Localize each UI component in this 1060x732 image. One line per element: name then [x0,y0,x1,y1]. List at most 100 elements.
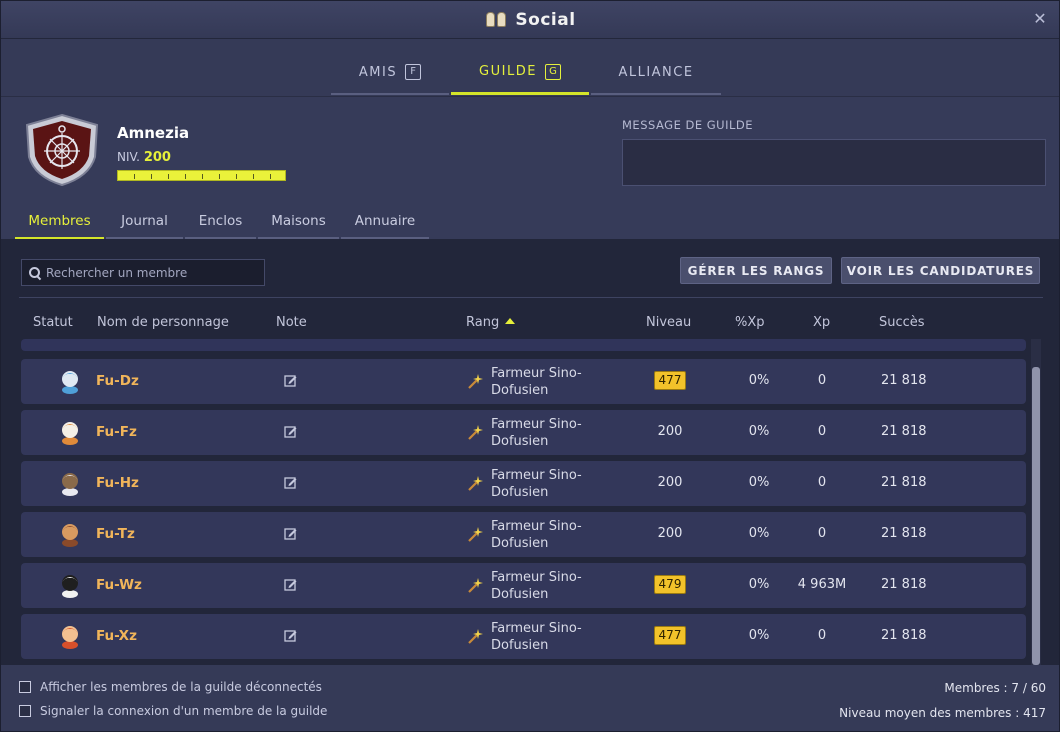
main-tabs: AMIS F GUILDE G ALLIANCE [1,39,1059,97]
col-success[interactable]: Succès [879,315,925,330]
member-xp-pct: 0% [748,424,770,439]
member-xp-pct: 0% [748,373,770,388]
average-level: Niveau moyen des membres : 417 [839,706,1046,720]
edit-note-icon[interactable] [284,374,297,387]
member-name[interactable]: Fu-Xz [96,628,137,644]
character-avatar-icon [62,473,78,496]
edit-note-icon[interactable] [284,425,297,438]
subtab-maisons[interactable]: Maisons [258,205,339,239]
member-name[interactable]: Fu-Hz [96,475,139,491]
notify-login-checkbox[interactable] [19,705,31,717]
member-xp: 0 [817,628,827,643]
col-xp[interactable]: Xp [813,315,830,330]
member-search[interactable] [21,259,265,286]
members-count: Membres : 7 / 60 [944,681,1046,695]
table-row-partial[interactable] [21,339,1026,351]
guild-xp-bar [117,170,286,181]
notify-login-label[interactable]: Signaler la connexion d'un membre de la … [40,704,327,718]
footer: Afficher les membres de la guilde déconn… [1,665,1059,731]
divider [19,297,1043,298]
guild-level: NIV. 200 [117,150,171,165]
table-row[interactable]: Fu-Hz Farmeur Sino-Dofusien 200 0% 0 21 818 [21,461,1026,506]
member-rank: Farmeur Sino-Dofusien [491,519,582,551]
table-row[interactable]: Fu-Fz Farmeur Sino-Dofusien 200 0% 0 21 818 [21,410,1026,455]
subtab-journal[interactable]: Journal [106,205,183,239]
rank-wand-icon [468,425,483,440]
guild-header: Amnezia NIV. 200 MESSAGE DE GUILDE Membr… [1,97,1059,239]
member-rank: Farmeur Sino-Dofusien [491,366,582,398]
member-xp-pct: 0% [748,526,770,541]
guild-name: Amnezia [117,124,190,142]
show-offline-label[interactable]: Afficher les membres de la guilde déconn… [40,680,322,694]
character-avatar-icon [62,371,78,394]
col-rank[interactable]: Rang [466,315,516,330]
member-rank: Farmeur Sino-Dofusien [491,570,582,602]
tab-amis[interactable]: AMIS F [331,51,449,95]
member-list[interactable]: Fu-Dz Farmeur Sino-Dofusien 477 0% 0 21 818 Fu… [1,339,1031,665]
member-success: 21 818 [881,577,927,592]
member-name[interactable]: Fu-Wz [96,577,142,593]
member-xp: 4 963M [797,577,847,592]
omega-level-badge: 477 [654,626,686,645]
edit-note-icon[interactable] [284,476,297,489]
show-offline-checkbox[interactable] [19,681,31,693]
member-success: 21 818 [881,475,927,490]
col-level[interactable]: Niveau [646,315,691,330]
subtab-enclos[interactable]: Enclos [185,205,256,239]
col-note[interactable]: Note [276,315,307,330]
member-success: 21 818 [881,628,927,643]
rank-wand-icon [468,374,483,389]
member-success: 21 818 [881,526,927,541]
table-header: Statut Nom de personnage Note Rang Nivea… [1,307,1041,339]
close-icon[interactable]: ✕ [1031,10,1049,28]
tab-alliance[interactable]: ALLIANCE [591,51,721,95]
omega-level-badge: 479 [654,575,686,594]
member-level: 200 [657,424,683,439]
table-row[interactable]: Fu-Xz Farmeur Sino-Dofusien 477 0% 0 21 818 [21,614,1026,659]
guild-level-label: NIV. [117,150,140,164]
table-row[interactable]: Fu-Wz Farmeur Sino-Dofusien 479 0% 4 963M 21 … [21,563,1026,608]
member-xp-pct: 0% [748,475,770,490]
member-name[interactable]: Fu-Dz [96,373,139,389]
subtab-membres[interactable]: Membres [15,205,104,239]
guild-emblem-icon [25,113,99,187]
tab-amis-label: AMIS [358,64,398,80]
member-xp-pct: 0% [748,628,770,643]
member-rank: Farmeur Sino-Dofusien [491,417,582,449]
manage-ranks-button[interactable]: GÉRER LES RANGS [680,257,832,284]
members-panel: GÉRER LES RANGS VOIR LES CANDIDATURES St… [1,239,1059,665]
social-window: Social ✕ AMIS F GUILDE G ALLIANCE Amnezi… [0,0,1060,732]
view-applications-button[interactable]: VOIR LES CANDIDATURES [841,257,1040,284]
col-name[interactable]: Nom de personnage [97,315,229,330]
col-xp-pct[interactable]: %Xp [735,315,765,330]
member-name[interactable]: Fu-Fz [96,424,137,440]
guild-sub-tabs: Membres Journal Enclos Maisons Annuaire [1,205,1059,239]
edit-note-icon[interactable] [284,578,297,591]
rank-wand-icon [468,578,483,593]
subtab-annuaire[interactable]: Annuaire [341,205,429,239]
scrollbar-thumb[interactable] [1032,367,1040,665]
character-avatar-icon [62,524,78,547]
member-name[interactable]: Fu-Tz [96,526,135,542]
tab-alliance-label: ALLIANCE [618,64,694,80]
col-status[interactable]: Statut [33,315,73,330]
guild-message-box[interactable] [622,139,1046,186]
table-row[interactable]: Fu-Dz Farmeur Sino-Dofusien 477 0% 0 21 818 [21,359,1026,404]
member-xp: 0 [817,526,827,541]
search-input[interactable] [46,265,256,280]
member-success: 21 818 [881,424,927,439]
guild-level-value: 200 [143,150,171,165]
title-bar[interactable]: Social ✕ [1,1,1059,39]
sort-asc-icon [505,318,516,324]
member-xp: 0 [817,373,827,388]
shortcut-key-g: G [544,63,561,80]
tab-guilde-label: GUILDE [479,64,537,79]
member-level: 200 [657,526,683,541]
edit-note-icon[interactable] [284,629,297,642]
tab-guilde[interactable]: GUILDE G [451,51,589,95]
character-avatar-icon [62,626,78,649]
member-xp: 0 [817,475,827,490]
character-avatar-icon [62,422,78,445]
edit-note-icon[interactable] [284,527,297,540]
table-row[interactable]: Fu-Tz Farmeur Sino-Dofusien 200 0% 0 21 818 [21,512,1026,557]
